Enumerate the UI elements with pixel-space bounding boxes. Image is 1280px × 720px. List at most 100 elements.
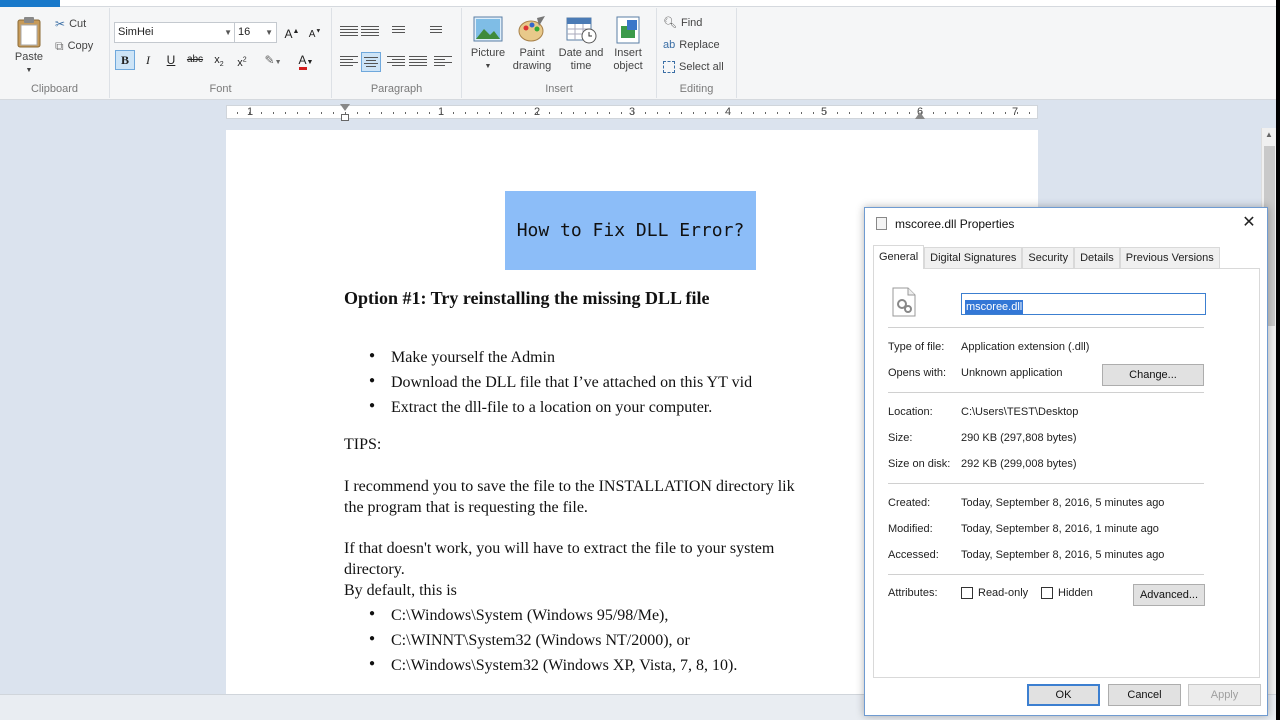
grow-font-button[interactable]: A▲ [282, 22, 302, 42]
date-time-label-line2: time [570, 60, 592, 72]
font-size-select[interactable]: 16 ▼ [234, 22, 277, 43]
copy-label: Copy [67, 40, 94, 52]
apply-button[interactable]: Apply [1188, 684, 1261, 706]
highlight-color-button[interactable]: ✎▼ [258, 50, 288, 70]
dialog-title: mscoree.dll Properties [895, 217, 1015, 231]
italic-button[interactable]: I [138, 50, 158, 70]
picture-button[interactable]: Picture ▼ [466, 16, 510, 73]
date-time-label-line1: Date and [558, 47, 604, 59]
picture-dropdown-icon: ▼ [484, 63, 492, 70]
tab-details[interactable]: Details [1074, 247, 1120, 268]
tab-security[interactable]: Security [1022, 247, 1075, 268]
readonly-checkbox[interactable]: Read-only [961, 587, 1028, 599]
ribbon-tab-strip [0, 0, 1276, 7]
close-icon[interactable]: ✕ [1239, 213, 1259, 233]
underline-icon: U [166, 53, 176, 67]
change-button[interactable]: Change... [1102, 364, 1204, 386]
decrease-indent-icon[interactable] [340, 24, 358, 40]
hanging-indent-marker[interactable] [341, 114, 349, 121]
font-color-icon: A [298, 53, 307, 70]
justify-icon[interactable] [409, 54, 427, 70]
bold-button[interactable]: B [115, 50, 135, 70]
list-item: Extract the dll-file to a location on yo… [369, 399, 712, 417]
ruler-tick [477, 112, 478, 114]
dialog-tabs: General Digital Signatures Security Deta… [873, 245, 1220, 269]
tab-general[interactable]: General [873, 245, 925, 269]
ok-button[interactable]: OK [1027, 684, 1100, 706]
tips-label: TIPS: [344, 436, 382, 453]
font-family-value: SimHei [118, 26, 154, 38]
font-color-button[interactable]: A▼ [291, 50, 321, 70]
font-family-select[interactable]: SimHei ▼ [114, 22, 236, 43]
paint-palette-icon [518, 16, 545, 42]
underline-button[interactable]: U [161, 50, 181, 70]
copy-button[interactable]: ⧉ Copy [55, 37, 93, 55]
align-center-icon[interactable] [361, 52, 381, 72]
date-time-button[interactable]: Date and time [556, 16, 606, 73]
advanced-button[interactable]: Advanced... [1133, 584, 1205, 606]
list-item: C:\WINNT\System32 (Windows NT/2000), or [369, 632, 690, 650]
find-label: Find [680, 17, 703, 29]
size-on-disk-value: 292 KB (299,008 bytes) [961, 458, 1077, 470]
tab-file[interactable] [0, 0, 60, 7]
picture-label: Picture [470, 47, 506, 59]
ruler-tick [993, 112, 994, 114]
paragraph-line: directory. [344, 561, 405, 578]
ruler-tick [633, 112, 634, 114]
ruler-tick [729, 112, 730, 114]
attributes-label: Attributes: [888, 587, 938, 599]
general-panel: mscoree.dll Type of file: Application ex… [873, 268, 1260, 678]
shrink-font-button[interactable]: A▼ [305, 22, 325, 42]
paragraph-settings-icon[interactable] [434, 54, 452, 70]
replace-icon: ab [663, 39, 676, 51]
paint-drawing-button[interactable]: Paint drawing [510, 16, 554, 73]
paste-button[interactable]: Paste ▼ [10, 16, 48, 77]
hidden-checkbox[interactable]: Hidden [1041, 587, 1093, 599]
ruler-tick [357, 112, 358, 114]
strikethrough-icon: abc [186, 54, 204, 65]
right-indent-marker[interactable] [915, 112, 925, 119]
tab-previous-versions[interactable]: Previous Versions [1119, 247, 1220, 268]
ruler-tick [537, 112, 538, 114]
increase-indent-icon[interactable] [361, 24, 379, 40]
select-all-button[interactable]: Select all [663, 58, 724, 76]
superscript-button[interactable]: x2 [232, 50, 252, 70]
calendar-clock-icon [566, 17, 597, 44]
clipboard-group-label: Clipboard [30, 83, 79, 95]
file-icon [876, 217, 887, 230]
left-indent-marker[interactable] [340, 104, 350, 111]
cut-button[interactable]: ✂ Cut [55, 15, 86, 33]
opens-with-value: Unknown application [961, 367, 1063, 379]
bullet-list-icon[interactable] [387, 24, 405, 40]
ruler[interactable]: 1 1 2 3 4 5 6 7 [226, 104, 1038, 121]
italic-icon: I [146, 53, 150, 67]
ruler-tick [429, 112, 430, 114]
find-button[interactable]: 🔍︎ Find [663, 14, 702, 32]
filename-input[interactable]: mscoree.dll [961, 293, 1206, 315]
ruler-tick [549, 112, 550, 114]
ruler-tick [693, 112, 694, 114]
align-right-icon[interactable] [387, 54, 405, 70]
replace-button[interactable]: ab Replace [663, 36, 720, 54]
ruler-tick [753, 112, 754, 114]
ruler-tick [345, 112, 346, 114]
paste-dropdown-icon: ▼ [25, 67, 33, 74]
created-label: Created: [888, 497, 931, 509]
align-left-icon[interactable] [340, 54, 358, 70]
subscript-button[interactable]: x2 [209, 50, 229, 70]
opens-with-label: Opens with: [888, 367, 947, 379]
ruler-tick [969, 112, 970, 114]
ruler-tick [249, 112, 250, 114]
ruler-tick [957, 112, 958, 114]
strikethrough-button[interactable]: abc [185, 50, 205, 70]
insert-object-label-line1: Insert [614, 47, 642, 59]
insert-group-label: Insert [545, 83, 573, 95]
cancel-button[interactable]: Cancel [1108, 684, 1181, 706]
scroll-up-icon[interactable]: ▲ [1265, 130, 1273, 139]
ruler-tick [765, 112, 766, 114]
tab-digital-signatures[interactable]: Digital Signatures [924, 247, 1023, 268]
insert-object-button[interactable]: Insert object [606, 16, 650, 73]
line-spacing-icon[interactable] [424, 24, 442, 40]
ruler-tick [321, 112, 322, 114]
insert-group: Picture ▼ Paint drawing Date and time In… [462, 8, 657, 98]
